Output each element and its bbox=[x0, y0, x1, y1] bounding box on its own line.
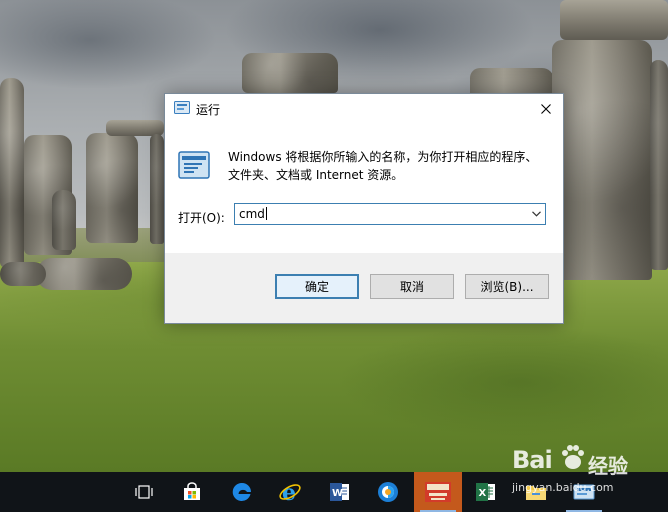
taskbar: e W X bbox=[0, 472, 668, 512]
edge-icon bbox=[232, 482, 251, 501]
cancel-button[interactable]: 取消 bbox=[370, 274, 454, 299]
standing-stone bbox=[650, 60, 668, 270]
dictionary-app-button[interactable] bbox=[414, 472, 462, 512]
dropdown-button[interactable] bbox=[527, 204, 545, 224]
task-view-button[interactable] bbox=[120, 472, 168, 512]
ok-button[interactable]: 确定 bbox=[275, 274, 359, 299]
dialog-title: 运行 bbox=[196, 103, 221, 117]
open-label: 打开(O): bbox=[178, 211, 225, 225]
svg-text:W: W bbox=[332, 488, 343, 499]
svg-text:X: X bbox=[479, 488, 487, 499]
standing-stone bbox=[86, 133, 138, 243]
store-icon bbox=[184, 482, 200, 500]
close-icon bbox=[541, 103, 551, 114]
open-combobox[interactable]: cmd bbox=[234, 203, 546, 225]
browser-icon bbox=[378, 482, 398, 502]
browser-button[interactable] bbox=[364, 472, 412, 512]
run-dialog: 运行 Windows 将根据你所输入的名称，为你打开相应的程序、文件夹、文档或 … bbox=[164, 93, 564, 324]
fallen-stone bbox=[0, 262, 46, 286]
fallen-stone bbox=[36, 258, 132, 290]
edge-button[interactable] bbox=[218, 472, 266, 512]
word-button[interactable]: W bbox=[316, 472, 364, 512]
svg-text:e: e bbox=[282, 480, 296, 504]
close-button[interactable] bbox=[529, 94, 563, 123]
ie-button[interactable]: e bbox=[266, 472, 314, 512]
file-explorer-button[interactable] bbox=[512, 472, 560, 512]
word-icon: W bbox=[330, 483, 349, 501]
dialog-content: Windows 将根据你所输入的名称，为你打开相应的程序、文件夹、文档或 Int… bbox=[165, 123, 563, 253]
excel-button[interactable]: X bbox=[462, 472, 510, 512]
standing-stone bbox=[52, 190, 76, 250]
store-button[interactable] bbox=[168, 472, 216, 512]
standing-stone bbox=[0, 78, 24, 268]
run-app-icon bbox=[174, 101, 190, 114]
run-program-icon bbox=[178, 151, 210, 179]
run-taskbar-button[interactable] bbox=[560, 472, 608, 512]
standing-stone bbox=[242, 53, 338, 93]
stone-lintel bbox=[560, 0, 668, 40]
dialog-titlebar[interactable]: 运行 bbox=[165, 94, 563, 123]
internet-explorer-icon: e bbox=[279, 480, 301, 504]
chevron-down-icon bbox=[531, 211, 541, 217]
task-view-icon bbox=[135, 485, 153, 499]
text-caret bbox=[265, 207, 267, 220]
standing-stone bbox=[552, 40, 652, 280]
open-input[interactable]: cmd bbox=[239, 207, 267, 221]
excel-icon: X bbox=[476, 483, 495, 501]
standing-stone bbox=[150, 134, 164, 244]
dialog-button-bar: 确定 取消 浏览(B)... bbox=[165, 253, 563, 323]
run-taskbar-icon bbox=[573, 484, 595, 500]
dialog-description: Windows 将根据你所输入的名称，为你打开相应的程序、文件夹、文档或 Int… bbox=[228, 150, 538, 182]
browse-button[interactable]: 浏览(B)... bbox=[465, 274, 549, 299]
dictionary-app-icon bbox=[425, 482, 451, 502]
file-explorer-icon bbox=[526, 486, 546, 500]
